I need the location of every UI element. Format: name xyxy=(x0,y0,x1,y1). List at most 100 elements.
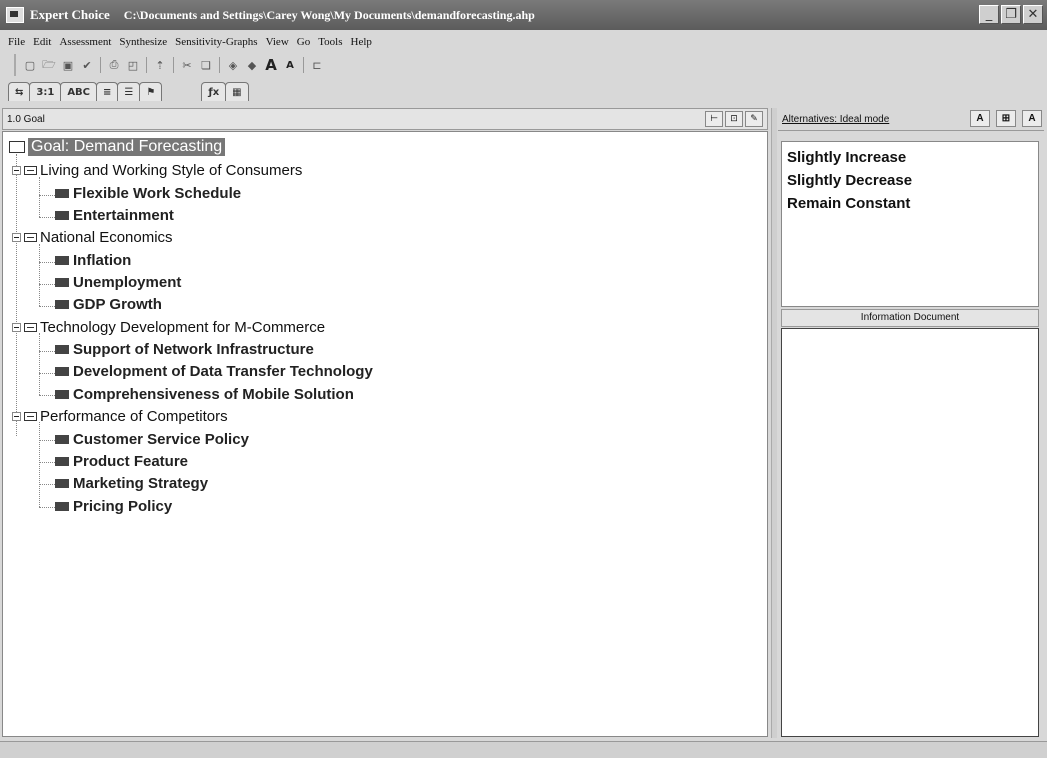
open-icon[interactable]: 🗁 xyxy=(41,57,57,73)
subcriterion-node[interactable]: Inflation xyxy=(55,249,131,271)
goal-node[interactable]: Goal: Demand Forecasting xyxy=(9,136,226,158)
font-size-icon[interactable]: A xyxy=(1022,110,1042,127)
subcriterion-icon xyxy=(55,255,69,265)
subcriterion-node[interactable]: Comprehensiveness of Mobile Solution xyxy=(55,383,354,405)
restore-button[interactable]: ❐ xyxy=(1001,5,1021,24)
file-path: C:\Documents and Settings\Carey Wong\My … xyxy=(123,7,535,22)
tree-connector xyxy=(39,195,55,196)
paste-icon[interactable]: ◈ xyxy=(225,57,241,73)
app-icon xyxy=(6,7,24,23)
alternative-item[interactable]: Slightly Increase xyxy=(787,146,1033,169)
goal-icon xyxy=(9,141,25,153)
subcriterion-label: Unemployment xyxy=(73,273,182,291)
add-alternative-icon[interactable]: A xyxy=(970,110,990,127)
subcriterion-node[interactable]: Product Feature xyxy=(55,450,188,472)
subcriterion-icon xyxy=(55,344,69,354)
subcriterion-node[interactable]: Support of Network Infrastructure xyxy=(55,338,314,360)
pane-splitter[interactable] xyxy=(771,108,777,738)
alternatives-view-icon[interactable]: ⊞ xyxy=(996,110,1016,127)
info-document-header: Information Document xyxy=(781,309,1039,327)
tree-connector xyxy=(39,440,55,441)
close-button[interactable]: ✕ xyxy=(1023,5,1043,24)
menu-synthesize[interactable]: Synthesize xyxy=(119,36,167,48)
tab-grid[interactable]: ▦ xyxy=(225,82,249,101)
collapse-icon[interactable] xyxy=(12,322,21,332)
edit-view-icon[interactable]: ✎ xyxy=(745,111,763,127)
toolbar-separator xyxy=(173,57,174,73)
criterion-node[interactable]: Living and Working Style of Consumers xyxy=(12,159,302,181)
view-tabs: ⇆ 3:1 ABC ≡ ☰ ⚑ ƒx ▦ xyxy=(8,79,249,101)
subcriterion-node[interactable]: Marketing Strategy xyxy=(55,472,208,494)
new-icon[interactable]: ▢ xyxy=(22,57,38,73)
collapse-icon[interactable] xyxy=(12,165,21,175)
save-as-icon[interactable]: ✔ xyxy=(79,57,95,73)
minimize-button[interactable]: _ xyxy=(979,5,999,24)
save-icon[interactable]: ▣ xyxy=(60,57,76,73)
criterion-label: Technology Development for M-Commerce xyxy=(40,318,326,336)
subcriterion-node[interactable]: Customer Service Policy xyxy=(55,428,249,450)
tree-view-icon[interactable]: ⊢ xyxy=(705,111,723,127)
menu-file[interactable]: File xyxy=(8,36,25,48)
subcriterion-icon xyxy=(55,389,69,399)
subcriterion-node[interactable]: Development of Data Transfer Technology xyxy=(55,360,373,382)
collapse-icon[interactable] xyxy=(12,232,21,242)
menu-view[interactable]: View xyxy=(266,36,289,48)
subcriterion-label: Entertainment xyxy=(73,206,174,224)
tree-connector xyxy=(39,373,55,374)
tree-connector xyxy=(39,507,55,508)
tab-pairwise-numerical[interactable]: 3:1 xyxy=(29,82,62,101)
alternative-item[interactable]: Slightly Decrease xyxy=(787,169,1033,192)
print-preview-icon[interactable]: ◰ xyxy=(125,57,141,73)
subcriterion-node[interactable]: Pricing Policy xyxy=(55,495,172,517)
increase-font-icon[interactable]: A xyxy=(263,56,279,74)
criterion-icon xyxy=(24,232,37,242)
subcriterion-label: Support of Network Infrastructure xyxy=(73,340,314,358)
menu-tools[interactable]: Tools xyxy=(318,36,342,48)
insert-node-icon[interactable]: ⊏ xyxy=(309,57,325,73)
tab-hierarchy[interactable]: ⇆ xyxy=(8,82,31,101)
alternative-item[interactable]: Remain Constant xyxy=(787,192,1033,215)
tree-connector xyxy=(39,217,55,218)
tab-formula[interactable]: ƒx xyxy=(201,82,227,101)
tab-ratings[interactable]: ⚑ xyxy=(139,82,163,101)
subcriterion-node[interactable]: Entertainment xyxy=(55,204,174,226)
move-up-icon[interactable]: ⇡ xyxy=(152,57,168,73)
alternatives-mode-link[interactable]: Alternatives: Ideal mode xyxy=(782,114,889,125)
tab-graphical[interactable]: ≡ xyxy=(96,82,119,101)
menu-help[interactable]: Help xyxy=(351,36,372,48)
subcriterion-icon xyxy=(55,434,69,444)
collapse-icon[interactable] xyxy=(12,411,21,421)
print-icon[interactable]: ⎙ xyxy=(106,57,122,73)
tree-connector xyxy=(39,177,40,217)
subcriterion-node[interactable]: GDP Growth xyxy=(55,293,162,315)
tab-data-grid[interactable]: ☰ xyxy=(117,82,141,101)
subcriterion-node[interactable]: Flexible Work Schedule xyxy=(55,182,241,204)
tree-connector xyxy=(39,244,40,306)
info-document-pane[interactable] xyxy=(781,328,1039,737)
compare-icon[interactable]: ◆ xyxy=(244,57,260,73)
cluster-view-icon[interactable]: ⊡ xyxy=(725,111,743,127)
subcriterion-node[interactable]: Unemployment xyxy=(55,271,181,293)
menu-go[interactable]: Go xyxy=(297,36,310,48)
subcriterion-icon xyxy=(55,277,69,287)
cut-icon[interactable]: ✂ xyxy=(179,57,195,73)
criterion-label: National Economics xyxy=(40,228,173,246)
tree-connector xyxy=(39,484,55,485)
decrease-font-icon[interactable]: A xyxy=(282,57,298,73)
alternatives-list: Slightly Increase Slightly Decrease Rema… xyxy=(781,141,1039,307)
criterion-node[interactable]: National Economics xyxy=(12,226,173,248)
criterion-node[interactable]: Technology Development for M-Commerce xyxy=(12,316,325,338)
copy-icon[interactable]: ❏ xyxy=(198,57,214,73)
criterion-node[interactable]: Performance of Competitors xyxy=(12,405,228,427)
menu-bar: File Edit Assessment Synthesize Sensitiv… xyxy=(8,32,380,52)
model-view-header: 1.0 Goal ⊢ ⊡ ✎ xyxy=(2,108,768,130)
tab-pairwise-verbal[interactable]: ABC xyxy=(60,82,98,101)
node-path-label: 1.0 Goal xyxy=(7,113,45,125)
menu-sensitivity-graphs[interactable]: Sensitivity-Graphs xyxy=(175,36,258,48)
subcriterion-icon xyxy=(55,188,69,198)
subcriterion-label: Comprehensiveness of Mobile Solution xyxy=(73,385,354,403)
menu-edit[interactable]: Edit xyxy=(33,36,51,48)
menu-assessment[interactable]: Assessment xyxy=(59,36,111,48)
subcriterion-label: GDP Growth xyxy=(73,295,162,313)
alternatives-header: Alternatives: Ideal mode A ⊞ A xyxy=(778,108,1044,131)
